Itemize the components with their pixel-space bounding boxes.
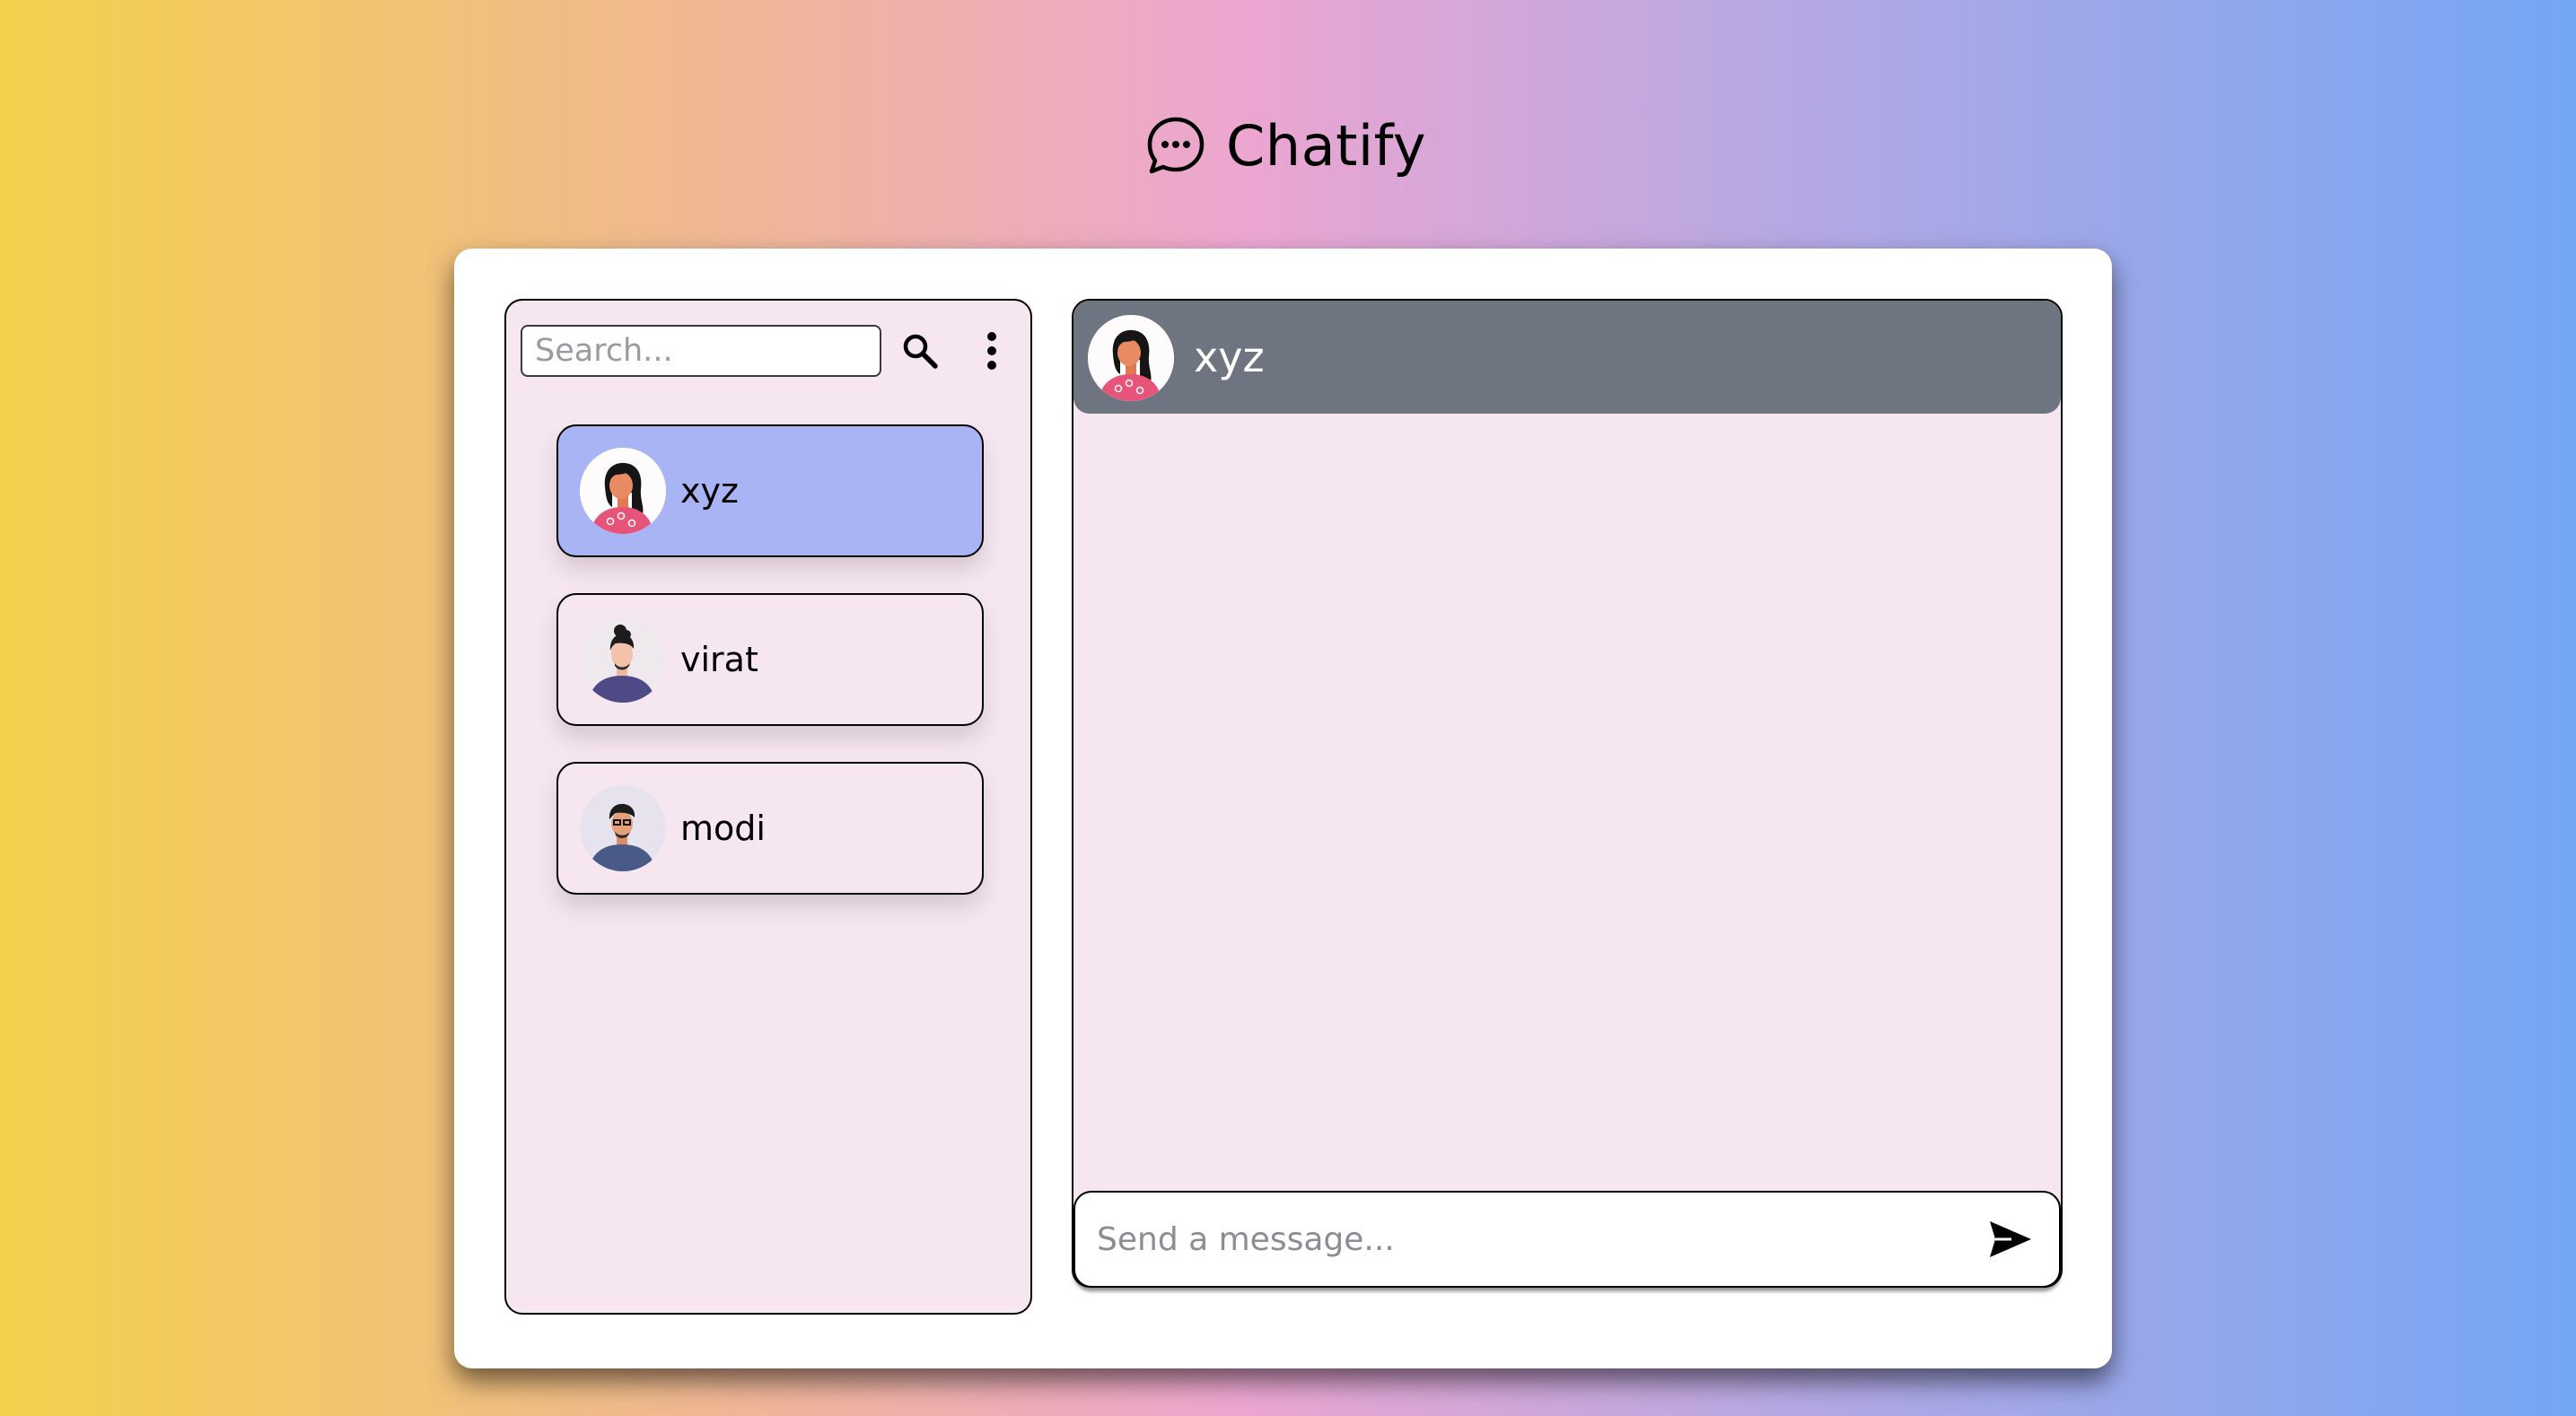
chat-header: xyz [1073, 301, 2061, 414]
search-button[interactable] [896, 326, 944, 376]
man-avatar-icon [580, 785, 666, 871]
woman-avatar-icon [1088, 315, 1174, 401]
contact-item-virat[interactable]: virat [556, 593, 984, 726]
avatar [580, 616, 666, 703]
contact-name: virat [680, 640, 758, 679]
contact-item-modi[interactable]: modi [556, 762, 984, 895]
chat-bubble-icon [1147, 117, 1205, 174]
woman-avatar-icon [580, 448, 666, 534]
send-icon [1990, 1221, 2031, 1257]
app-brand: Chatify [1145, 111, 1426, 179]
contact-name: xyz [680, 471, 739, 511]
chat-contact-name: xyz [1194, 333, 1265, 381]
search-input[interactable] [521, 325, 881, 377]
contact-name: modi [680, 809, 766, 848]
avatar [580, 785, 666, 871]
avatar [1088, 315, 1174, 401]
message-composer [1073, 1191, 2061, 1288]
kebab-menu-icon [987, 332, 996, 370]
contact-item-xyz[interactable]: xyz [556, 424, 984, 557]
man-avatar-icon [580, 616, 666, 703]
avatar [580, 448, 666, 534]
app-title: Chatify [1226, 112, 1427, 179]
search-icon [903, 334, 938, 369]
chat-app-card: xyz virat [454, 249, 2112, 1368]
options-menu-button[interactable] [978, 326, 1005, 376]
chat-panel: xyz [1072, 299, 2063, 1288]
send-button[interactable] [1984, 1212, 2037, 1266]
contacts-sidebar: xyz virat [504, 299, 1032, 1315]
message-input[interactable] [1097, 1212, 1976, 1266]
